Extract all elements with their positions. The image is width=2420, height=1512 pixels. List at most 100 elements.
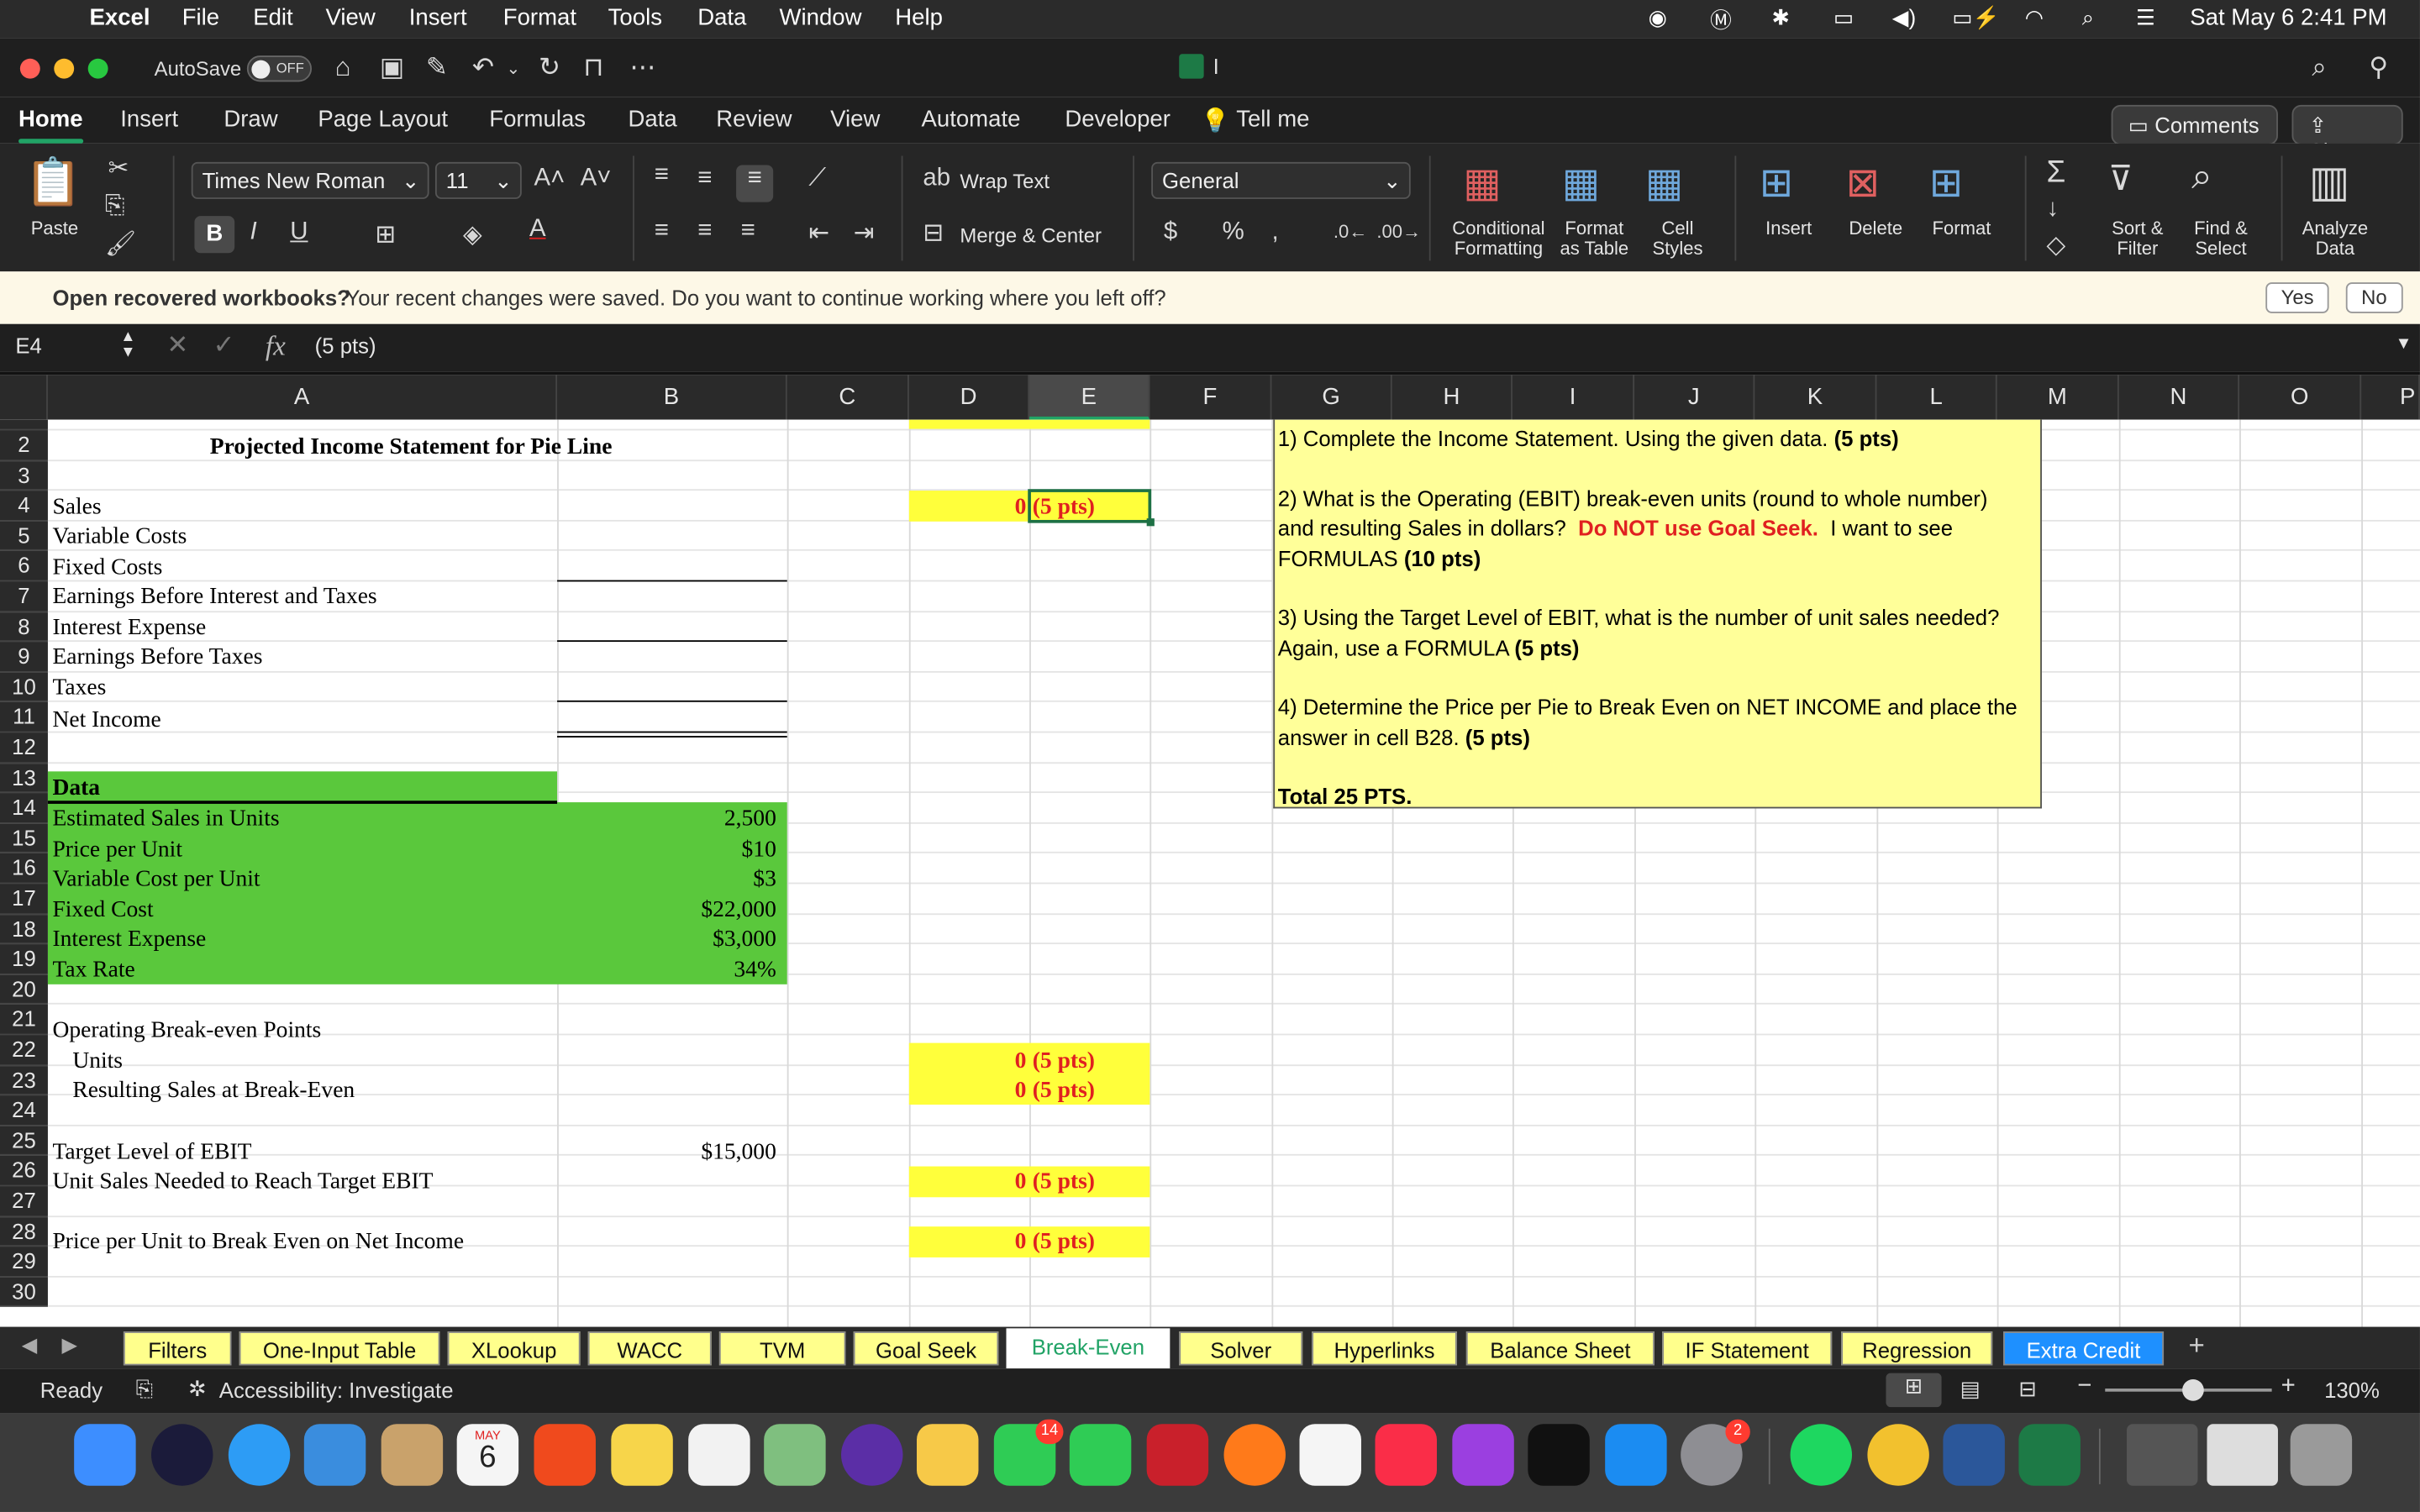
tab-page-layout[interactable]: Page Layout — [318, 107, 448, 133]
row-header[interactable]: 3 — [0, 460, 48, 491]
format-painter-icon[interactable]: 🖌 — [105, 228, 136, 260]
row-header[interactable]: 17 — [0, 884, 48, 915]
row-header[interactable]: 14 — [0, 793, 48, 824]
chrome-icon[interactable] — [1867, 1424, 1929, 1486]
siri-icon[interactable] — [150, 1424, 213, 1486]
sheet-tab-filters[interactable]: Filters — [123, 1331, 232, 1366]
menu-app-name[interactable]: Excel — [90, 5, 150, 31]
copy-icon[interactable]: ⎘ — [105, 193, 125, 221]
row-header[interactable]: 16 — [0, 853, 48, 885]
expand-formula-icon[interactable]: ▼ — [2396, 335, 2412, 354]
column-header-h[interactable]: H — [1392, 375, 1512, 420]
tell-me-search[interactable]: Tell me — [1236, 107, 1309, 133]
label-ebt[interactable]: Earnings Before Taxes — [52, 643, 262, 673]
spotify-icon[interactable] — [1790, 1424, 1853, 1486]
row-header[interactable]: 12 — [0, 732, 48, 764]
firefox-icon[interactable] — [1223, 1424, 1286, 1486]
row-header[interactable]: 23 — [0, 1065, 48, 1096]
row-header[interactable]: 20 — [0, 974, 48, 1005]
answer-units-pts[interactable]: (5 pts) — [1033, 1047, 1095, 1077]
instructions-textbox[interactable]: 1) Complete the Income Statement. Using … — [1273, 419, 2042, 809]
value-est-sales-units[interactable]: 2,500 — [724, 806, 776, 835]
account-icon[interactable]: ⚲ — [2369, 52, 2388, 83]
label-interest-expense[interactable]: Interest Expense — [52, 614, 206, 643]
save-icon[interactable]: ▣ — [380, 52, 405, 83]
increase-font-icon[interactable]: A˄ — [534, 165, 565, 193]
borders-icon[interactable]: ⊞ — [375, 219, 396, 250]
save-as-icon[interactable]: ✎ — [426, 52, 448, 83]
tab-formulas[interactable]: Formulas — [489, 107, 586, 133]
row-header[interactable]: 9 — [0, 642, 48, 673]
worksheet-grid[interactable]: 2 3 4 5 6 7 8 9 10 11 12 13 14 15 16 17 18 19 20 21 22 23 24 25… — [0, 419, 2420, 1327]
comments-button[interactable]: ▭ Comments — [2111, 104, 2278, 145]
row-header[interactable]: 18 — [0, 914, 48, 945]
menu-edit[interactable]: Edit — [253, 5, 292, 31]
decrease-indent-icon[interactable]: ⇤ — [808, 218, 829, 249]
column-header-g[interactable]: G — [1271, 375, 1392, 420]
column-header-e[interactable]: E — [1029, 375, 1150, 420]
sheet-tab-tvm[interactable]: TVM — [718, 1331, 846, 1366]
row-header[interactable]: 8 — [0, 612, 48, 643]
label-tax-rate[interactable]: Tax Rate — [52, 957, 134, 986]
decrease-decimal-icon[interactable]: .00→ — [1376, 221, 1421, 243]
find-select-button[interactable]: Find & Select — [2186, 218, 2256, 260]
close-window-button[interactable] — [19, 58, 40, 79]
name-box[interactable]: E4 — [15, 333, 41, 358]
function-icon[interactable]: fx — [266, 330, 286, 363]
answer-units[interactable]: 0 — [1015, 1047, 1027, 1077]
row-header[interactable]: 6 — [0, 551, 48, 582]
row-header[interactable]: 5 — [0, 521, 48, 552]
label-variable-costs[interactable]: Variable Costs — [52, 523, 187, 553]
underline-button[interactable]: U — [290, 219, 308, 247]
currency-icon[interactable]: $ — [1164, 219, 1177, 247]
cancel-icon[interactable]: ✕ — [166, 330, 188, 361]
active-cell-e4[interactable] — [1028, 489, 1152, 523]
row-header[interactable]: 10 — [0, 672, 48, 703]
row-header[interactable]: 24 — [0, 1095, 48, 1126]
grammarly-icon[interactable]: ◉ — [1649, 5, 1667, 31]
row-header[interactable] — [0, 419, 48, 431]
wifi-icon[interactable]: ◠ — [2025, 5, 2044, 31]
row-header[interactable]: 22 — [0, 1035, 48, 1066]
menu-tools[interactable]: Tools — [608, 5, 662, 31]
clock[interactable]: Sat May 6 2:41 PM — [2190, 5, 2386, 31]
column-header-d[interactable]: D — [909, 375, 1030, 420]
label-target-ebit[interactable]: Target Level of EBIT — [52, 1138, 251, 1168]
menu-view[interactable]: View — [326, 5, 376, 31]
number-format-dropdown[interactable]: General ⌄ — [1151, 161, 1411, 199]
row-header[interactable]: 28 — [0, 1216, 48, 1247]
label-unit-sales-needed[interactable]: Unit Sales Needed to Reach Target EBIT — [52, 1168, 433, 1197]
column-header-j[interactable]: J — [1634, 375, 1755, 420]
recent-window-2-icon[interactable] — [2207, 1424, 2278, 1486]
row-header[interactable]: 29 — [0, 1247, 48, 1278]
document-title[interactable]: I — [1213, 54, 1219, 78]
answer-unit-sales[interactable]: 0 — [1015, 1168, 1027, 1197]
music-icon[interactable] — [1375, 1424, 1437, 1486]
fill-icon[interactable]: ↓ — [2046, 196, 2059, 223]
sheet-tab-balance-sheet[interactable]: Balance Sheet — [1465, 1331, 1655, 1366]
sheet-tab-wacc[interactable]: WACC — [587, 1331, 712, 1366]
brave-icon[interactable] — [534, 1424, 596, 1486]
font-name-dropdown[interactable]: Times New Roman ⌄ — [191, 161, 429, 199]
answer-resulting-sales-pts[interactable]: (5 pts) — [1033, 1077, 1095, 1106]
label-fixed-costs[interactable]: Fixed Costs — [52, 554, 162, 583]
decrease-font-icon[interactable]: A˅ — [581, 165, 612, 193]
tab-insert[interactable]: Insert — [120, 107, 178, 133]
notes-icon[interactable] — [611, 1424, 673, 1486]
news-icon[interactable] — [1299, 1424, 1361, 1486]
autosave-toggle[interactable]: OFF — [246, 55, 313, 82]
value-interest-expense[interactable]: $3,000 — [713, 926, 776, 955]
label-net-income[interactable]: Net Income — [52, 706, 160, 736]
align-bottom-icon[interactable]: ≡ — [736, 165, 774, 202]
column-header-b[interactable]: B — [557, 375, 787, 420]
word-icon[interactable] — [1943, 1424, 2005, 1486]
podcasts-icon[interactable] — [1452, 1424, 1514, 1486]
conditional-formatting-icon[interactable]: ▦ — [1463, 159, 1501, 207]
no-button[interactable]: No — [2345, 282, 2403, 313]
format-cells-icon[interactable]: ⊞ — [1929, 159, 1963, 207]
delete-cells-button[interactable]: Delete — [1849, 218, 1902, 239]
orientation-icon[interactable]: ⟋ — [808, 165, 826, 193]
fill-color-icon[interactable]: ◈ — [463, 219, 482, 250]
merge-center-button[interactable]: Merge & Center — [960, 223, 1102, 247]
format-as-table-button[interactable]: Format as Table — [1555, 218, 1633, 260]
